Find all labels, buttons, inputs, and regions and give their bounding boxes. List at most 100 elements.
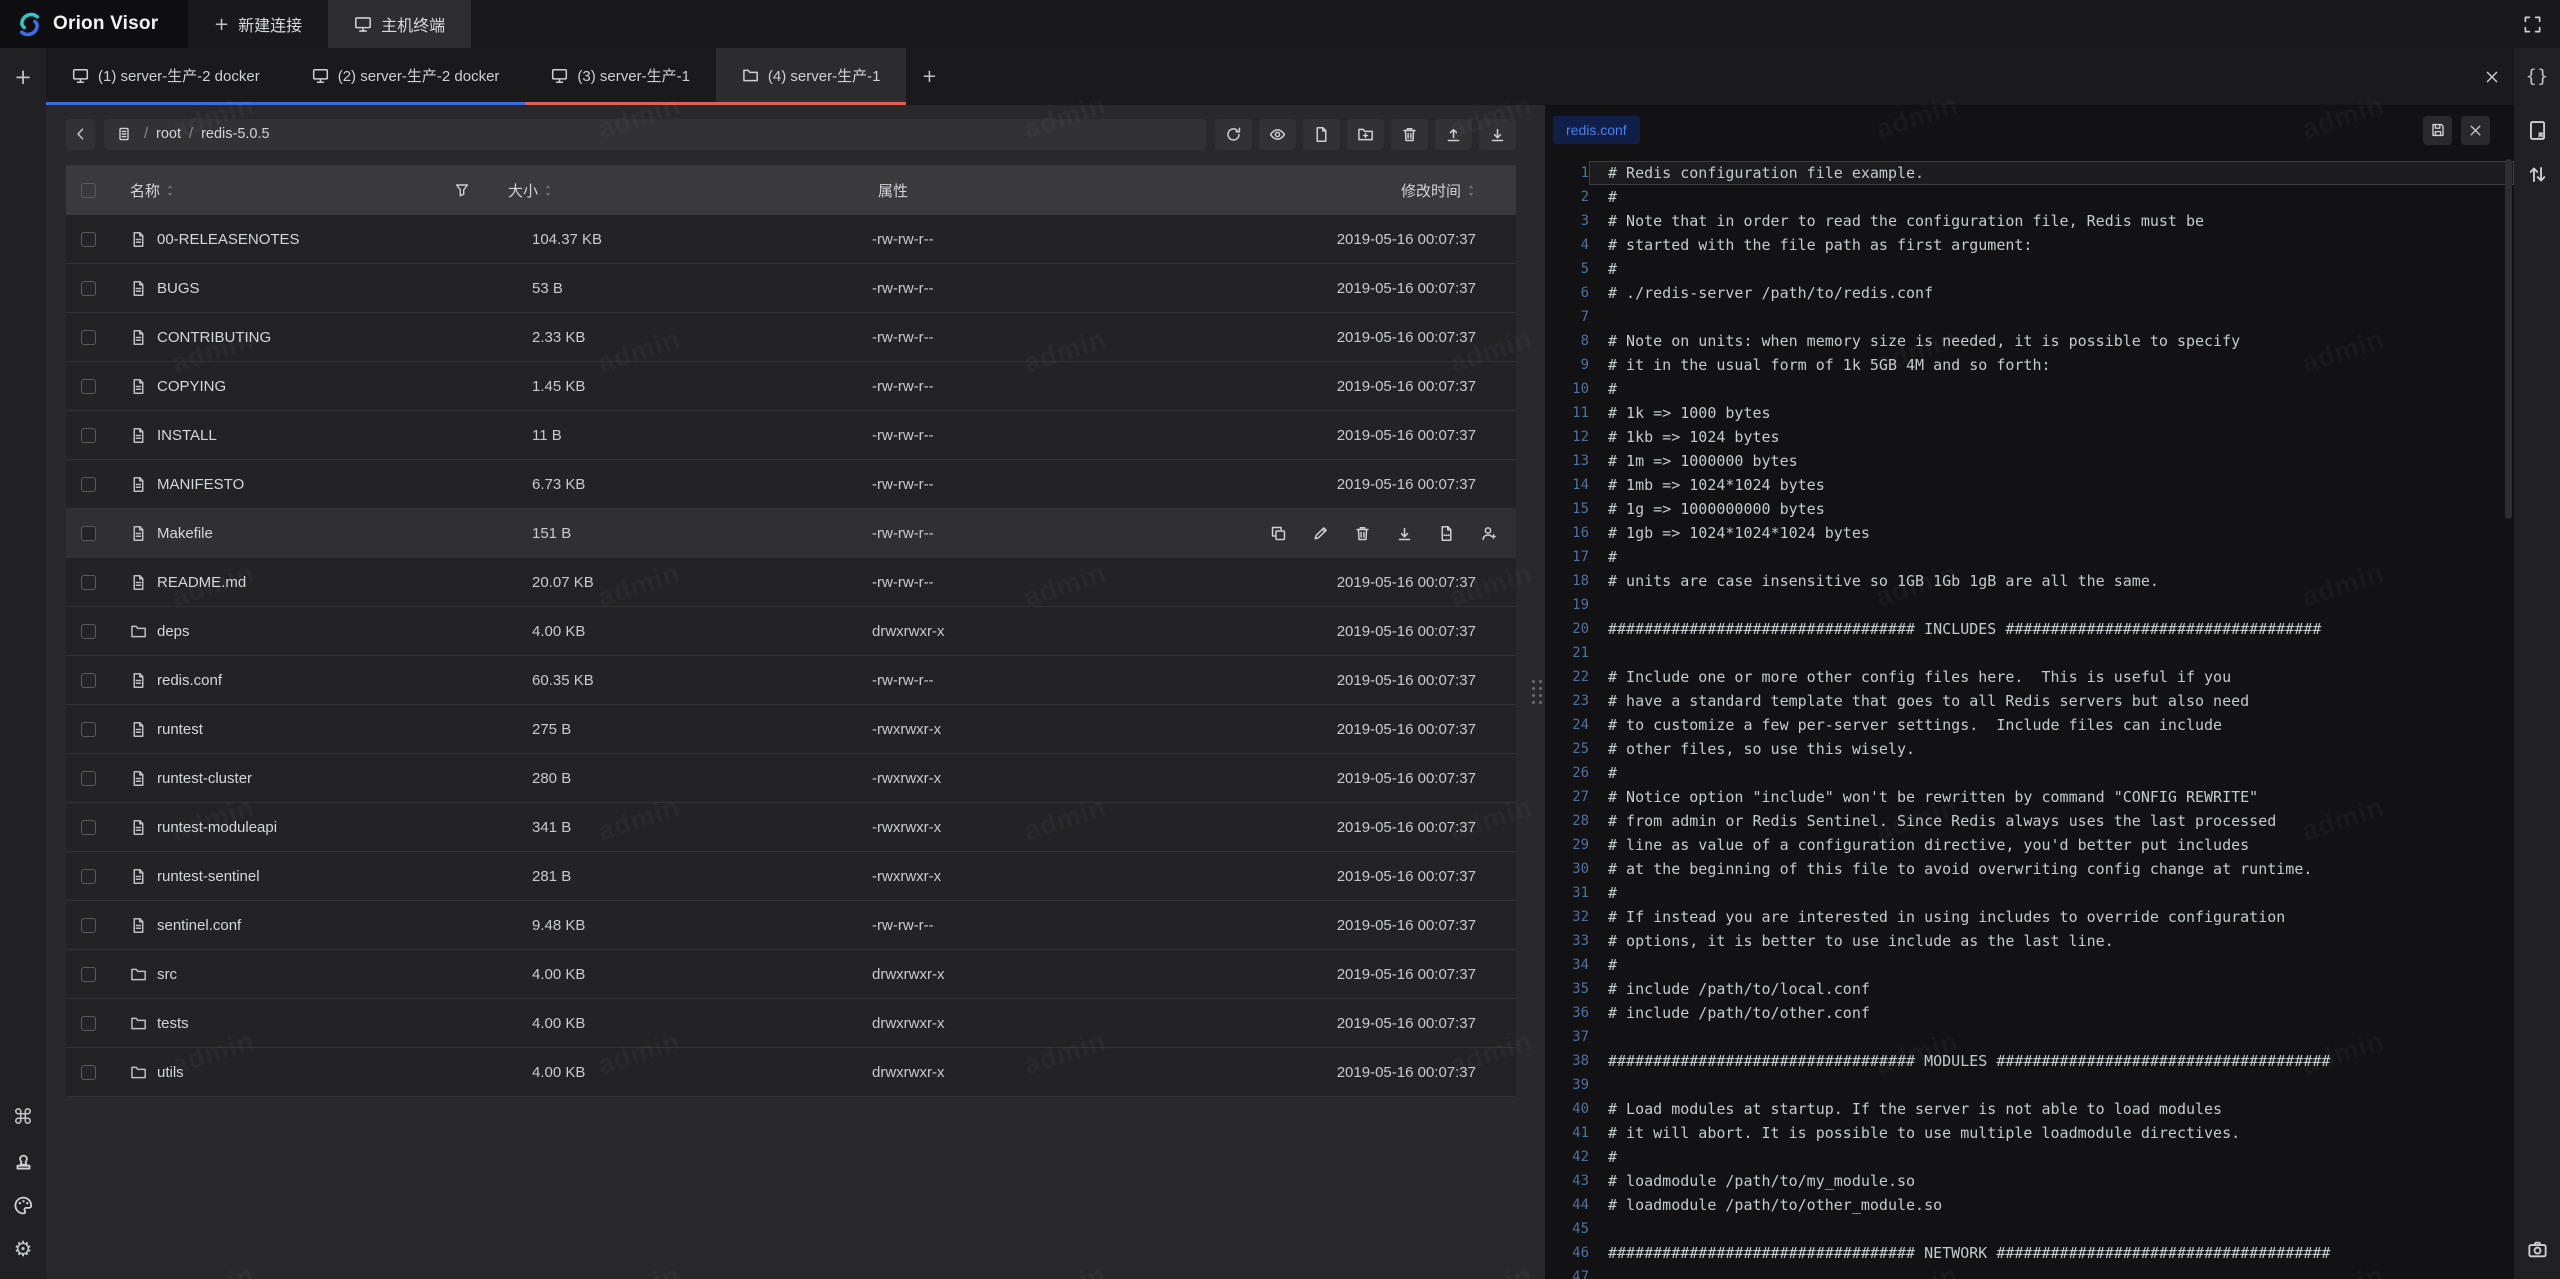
line-text[interactable] bbox=[1589, 1217, 2514, 1241]
back-button[interactable] bbox=[66, 119, 95, 150]
line-text[interactable]: # Include one or more other config files… bbox=[1589, 665, 2514, 689]
terminal-tab[interactable]: (2) server-生产-2 docker bbox=[286, 48, 526, 105]
terminal-tab[interactable]: (3) server-生产-1 bbox=[525, 48, 716, 105]
file-row[interactable]: runtest-cluster 280 B -rwxrwxr-x 2019-05… bbox=[66, 754, 1516, 803]
rail-file-manager-button[interactable] bbox=[2514, 108, 2560, 152]
line-text[interactable]: # have a standard template that goes to … bbox=[1589, 689, 2514, 713]
upload-button[interactable] bbox=[1435, 119, 1472, 150]
line-text[interactable]: # line as value of a configuration direc… bbox=[1589, 833, 2514, 857]
fullscreen-button[interactable] bbox=[2505, 0, 2560, 48]
line-text[interactable]: # bbox=[1589, 257, 2514, 281]
file-row[interactable]: redis.conf 60.35 KB -rw-rw-r-- 2019-05-1… bbox=[66, 656, 1516, 705]
rail-screenshot-button[interactable] bbox=[2514, 1227, 2560, 1271]
line-text[interactable]: # Redis configuration file example. bbox=[1589, 161, 2514, 185]
line-text[interactable]: # to customize a few per-server settings… bbox=[1589, 713, 2514, 737]
line-text[interactable]: ################################## INCLU… bbox=[1589, 617, 2514, 641]
edit-icon[interactable] bbox=[1312, 525, 1329, 542]
line-text[interactable] bbox=[1589, 593, 2514, 617]
sort-by-size[interactable]: 大小 bbox=[508, 180, 553, 201]
rail-transfer-button[interactable] bbox=[2514, 152, 2560, 196]
file-row[interactable]: sentinel.conf 9.48 KB -rw-rw-r-- 2019-05… bbox=[66, 901, 1516, 950]
sort-by-name[interactable]: 名称 bbox=[130, 180, 175, 201]
row-checkbox[interactable] bbox=[81, 1065, 96, 1080]
show-hidden-button[interactable] bbox=[1259, 119, 1296, 150]
filter-funnel-icon[interactable] bbox=[454, 182, 470, 198]
line-text[interactable]: # include /path/to/local.conf bbox=[1589, 977, 2514, 1001]
line-text[interactable]: # at the beginning of this file to avoid… bbox=[1589, 857, 2514, 881]
file-row[interactable]: src 4.00 KB drwxrwxr-x 2019-05-16 00:07:… bbox=[66, 950, 1516, 999]
line-text[interactable]: # bbox=[1589, 1145, 2514, 1169]
line-text[interactable]: # it in the usual form of 1k 5GB 4M and … bbox=[1589, 353, 2514, 377]
line-text[interactable]: # it will abort. It is possible to use m… bbox=[1589, 1121, 2514, 1145]
file-row[interactable]: deps 4.00 KB drwxrwxr-x 2019-05-16 00:07… bbox=[66, 607, 1516, 656]
line-text[interactable]: # Note that in order to read the configu… bbox=[1589, 209, 2514, 233]
close-all-button[interactable] bbox=[2470, 48, 2514, 105]
row-checkbox[interactable] bbox=[81, 1016, 96, 1031]
breadcrumb-segment[interactable]: redis-5.0.5 bbox=[201, 126, 270, 142]
file-row[interactable]: COPYING 1.45 KB -rw-rw-r-- 2019-05-16 00… bbox=[66, 362, 1516, 411]
file-row[interactable]: MANIFESTO 6.73 KB -rw-rw-r-- 2019-05-16 … bbox=[66, 460, 1516, 509]
row-checkbox[interactable] bbox=[81, 232, 96, 247]
sidebar-stamp-button[interactable] bbox=[0, 1139, 46, 1183]
row-checkbox[interactable] bbox=[81, 771, 96, 786]
line-text[interactable]: ################################## NETWO… bbox=[1589, 1241, 2514, 1265]
download-button[interactable] bbox=[1479, 119, 1516, 150]
editor-close-button[interactable] bbox=[2461, 116, 2490, 145]
row-checkbox[interactable] bbox=[81, 967, 96, 982]
rail-snippets-button[interactable]: {} bbox=[2514, 54, 2560, 98]
line-text[interactable]: # loadmodule /path/to/other_module.so bbox=[1589, 1193, 2514, 1217]
line-text[interactable] bbox=[1589, 1025, 2514, 1049]
line-text[interactable] bbox=[1589, 641, 2514, 665]
line-text[interactable] bbox=[1589, 1073, 2514, 1097]
sort-by-mtime[interactable]: 修改时间 bbox=[1401, 180, 1476, 201]
breadcrumb[interactable]: /root/redis-5.0.5 bbox=[104, 119, 1206, 150]
row-checkbox[interactable] bbox=[81, 477, 96, 492]
row-checkbox[interactable] bbox=[81, 526, 96, 541]
line-text[interactable]: # 1k => 1000 bytes bbox=[1589, 401, 2514, 425]
sidebar-settings-button[interactable]: ⚙ bbox=[0, 1227, 46, 1271]
file-row[interactable]: 00-RELEASENOTES 104.37 KB -rw-rw-r-- 201… bbox=[66, 215, 1516, 264]
line-text[interactable]: # loadmodule /path/to/my_module.so bbox=[1589, 1169, 2514, 1193]
line-text[interactable] bbox=[1589, 305, 2514, 329]
row-checkbox[interactable] bbox=[81, 722, 96, 737]
file-row[interactable]: runtest 275 B -rwxrwxr-x 2019-05-16 00:0… bbox=[66, 705, 1516, 754]
download-icon[interactable] bbox=[1396, 525, 1413, 542]
menu-host-terminal[interactable]: 主机终端 bbox=[328, 0, 471, 48]
delete-icon[interactable] bbox=[1354, 525, 1371, 542]
splitter-grip-icon[interactable] bbox=[1532, 680, 1543, 705]
row-checkbox[interactable] bbox=[81, 428, 96, 443]
file-row[interactable]: README.md 20.07 KB -rw-rw-r-- 2019-05-16… bbox=[66, 558, 1516, 607]
file-row[interactable]: CONTRIBUTING 2.33 KB -rw-rw-r-- 2019-05-… bbox=[66, 313, 1516, 362]
select-all-checkbox[interactable] bbox=[81, 183, 96, 198]
row-checkbox[interactable] bbox=[81, 918, 96, 933]
row-checkbox[interactable] bbox=[81, 673, 96, 688]
line-text[interactable]: # other files, so use this wisely. bbox=[1589, 737, 2514, 761]
terminal-tab[interactable]: (4) server-生产-1 bbox=[716, 48, 907, 105]
line-text[interactable]: ################################## MODUL… bbox=[1589, 1049, 2514, 1073]
line-text[interactable]: # bbox=[1589, 185, 2514, 209]
line-text[interactable]: # bbox=[1589, 953, 2514, 977]
directory-list-icon[interactable] bbox=[116, 126, 132, 142]
panel-splitter[interactable] bbox=[1530, 105, 1545, 1279]
line-text[interactable]: # bbox=[1589, 377, 2514, 401]
file-row[interactable]: BUGS 53 B -rw-rw-r-- 2019-05-16 00:07:37 bbox=[66, 264, 1516, 313]
line-text[interactable]: # Load modules at startup. If the server… bbox=[1589, 1097, 2514, 1121]
menu-new-connection[interactable]: + 新建连接 bbox=[188, 0, 328, 48]
line-text[interactable]: # from admin or Redis Sentinel. Since Re… bbox=[1589, 809, 2514, 833]
copy-icon[interactable] bbox=[1270, 525, 1287, 542]
file-row[interactable]: runtest-moduleapi 341 B -rwxrwxr-x 2019-… bbox=[66, 803, 1516, 852]
file-row[interactable]: Makefile 151 B -rw-rw-r-- bbox=[66, 509, 1516, 558]
row-checkbox[interactable] bbox=[81, 820, 96, 835]
row-checkbox[interactable] bbox=[81, 575, 96, 590]
line-text[interactable]: # bbox=[1589, 881, 2514, 905]
line-text[interactable]: # include /path/to/other.conf bbox=[1589, 1001, 2514, 1025]
line-text[interactable]: # 1mb => 1024*1024 bytes bbox=[1589, 473, 2514, 497]
line-text[interactable]: # bbox=[1589, 761, 2514, 785]
row-checkbox[interactable] bbox=[81, 624, 96, 639]
file-row[interactable]: INSTALL 11 B -rw-rw-r-- 2019-05-16 00:07… bbox=[66, 411, 1516, 460]
file-row[interactable]: runtest-sentinel 281 B -rwxrwxr-x 2019-0… bbox=[66, 852, 1516, 901]
line-text[interactable]: # If instead you are interested in using… bbox=[1589, 905, 2514, 929]
refresh-button[interactable] bbox=[1215, 119, 1252, 150]
line-text[interactable]: # 1gb => 1024*1024*1024 bytes bbox=[1589, 521, 2514, 545]
move-icon[interactable] bbox=[1438, 525, 1455, 542]
